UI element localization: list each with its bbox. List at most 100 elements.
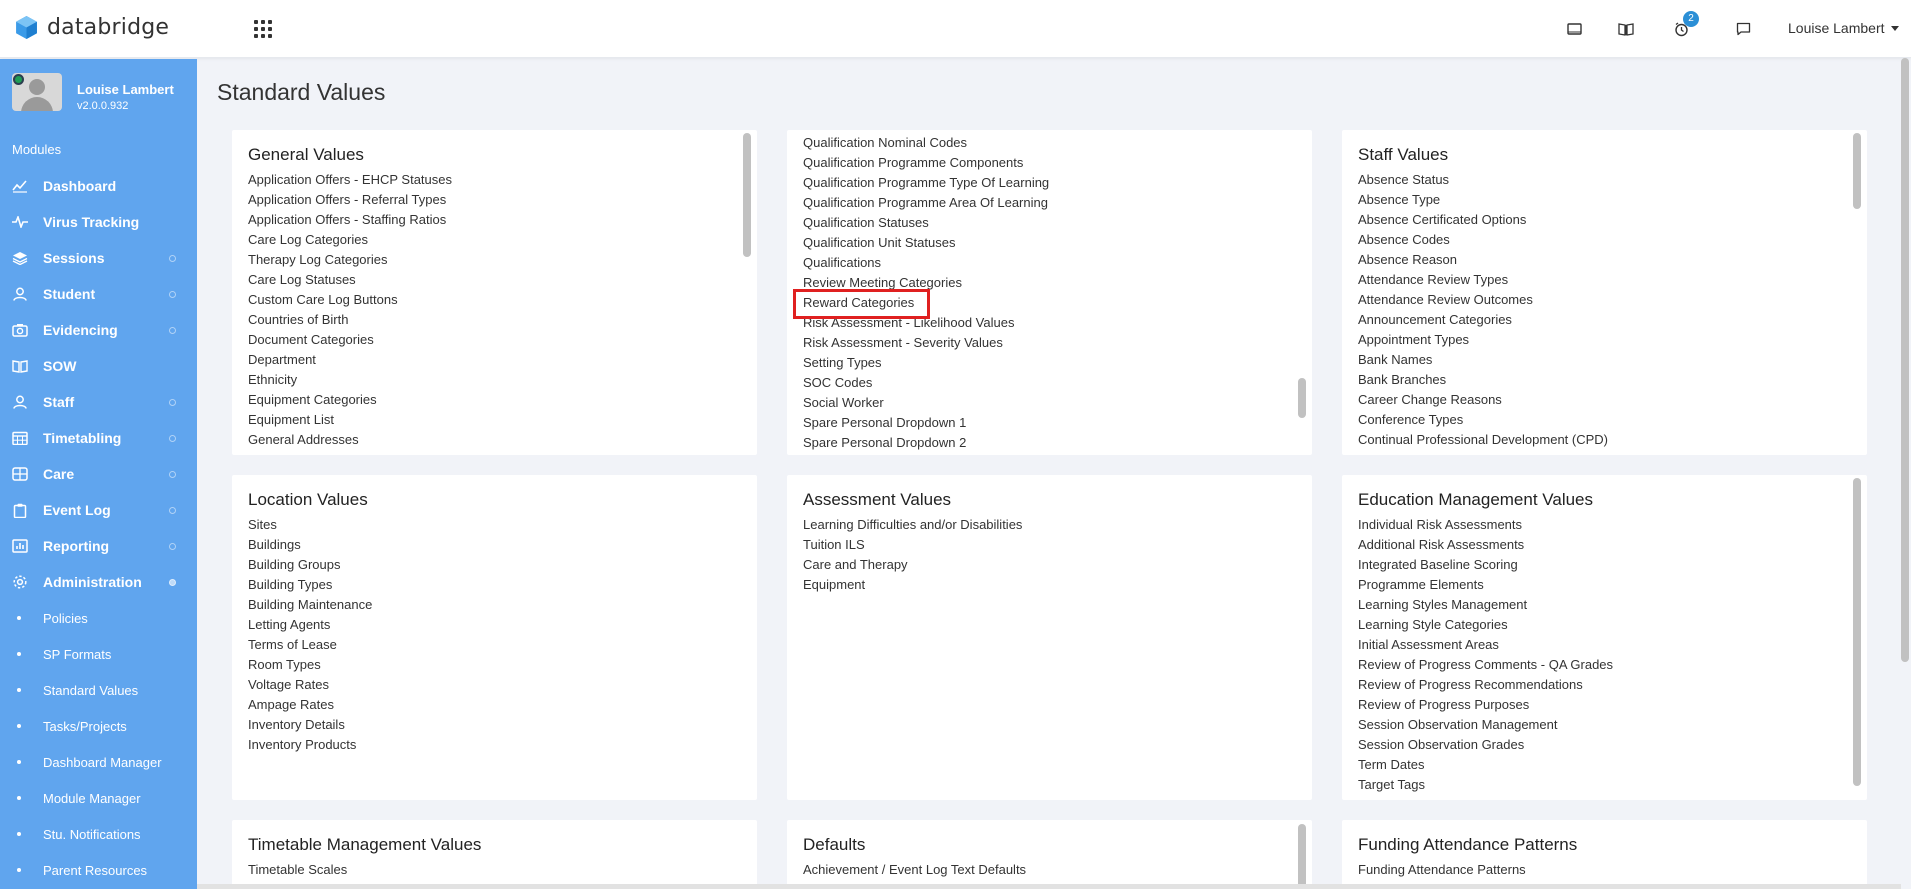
value-link[interactable]: Achievement / Event Log Text Defaults	[803, 860, 1026, 880]
value-link[interactable]: General Addresses	[248, 430, 452, 450]
value-link[interactable]: Qualifications	[803, 253, 1049, 273]
logo[interactable]: databridge	[14, 15, 169, 40]
value-link[interactable]: Announcement Categories	[1358, 310, 1608, 330]
value-link[interactable]: Qualification Programme Components	[803, 153, 1049, 173]
value-link[interactable]: Care and Therapy	[803, 555, 1022, 575]
value-link[interactable]: Application Offers - EHCP Statuses	[248, 170, 452, 190]
sidebar-item-reporting[interactable]: Reporting	[0, 528, 197, 564]
value-link[interactable]: Building Maintenance	[248, 595, 372, 615]
value-link[interactable]: Spare Personal Dropdown 2	[803, 433, 1049, 453]
sidebar-subitem-parent-resources[interactable]: Parent Resources	[0, 852, 197, 888]
open-book-icon[interactable]	[1614, 17, 1638, 41]
value-link[interactable]: Appointment Types	[1358, 330, 1608, 350]
value-link[interactable]: Equipment Categories	[248, 390, 452, 410]
value-link[interactable]: Review of Progress Comments - QA Grades	[1358, 655, 1613, 675]
value-link[interactable]: Term Dates	[1358, 755, 1613, 775]
sidebar-subitem-module-manager[interactable]: Module Manager	[0, 780, 197, 816]
value-link[interactable]: Qualification Programme Type Of Learning	[803, 173, 1049, 193]
value-link[interactable]: Funding Attendance Patterns	[1358, 860, 1526, 880]
value-link[interactable]: Equipment	[803, 575, 1022, 595]
sidebar-item-virus-tracking[interactable]: Virus Tracking	[0, 204, 197, 240]
value-link[interactable]: Programme Elements	[1358, 575, 1613, 595]
value-link[interactable]: Absence Codes	[1358, 230, 1608, 250]
sidebar-subitem-policies[interactable]: Policies	[0, 600, 197, 636]
sidebar-subitem-sp-formats[interactable]: SP Formats	[0, 636, 197, 672]
card-scrollbar[interactable]	[1853, 478, 1861, 786]
sidebar-subitem-tasks-projects[interactable]: Tasks/Projects	[0, 708, 197, 744]
value-link[interactable]: Continual Professional Development (CPD)	[1358, 430, 1608, 450]
sidebar-item-administration[interactable]: Administration	[0, 564, 197, 600]
value-link[interactable]: Timetable Scales	[248, 860, 347, 880]
horizontal-scrollbar[interactable]	[197, 884, 1901, 889]
value-link[interactable]: Qualification Unit Statuses	[803, 233, 1049, 253]
value-link[interactable]: Absence Certificated Options	[1358, 210, 1608, 230]
sidebar-item-timetabling[interactable]: Timetabling	[0, 420, 197, 456]
value-link[interactable]: Attendance Review Outcomes	[1358, 290, 1608, 310]
value-link[interactable]: Letting Agents	[248, 615, 372, 635]
value-link[interactable]: Ethnicity	[248, 370, 452, 390]
value-link[interactable]: Social Worker	[803, 393, 1049, 413]
value-link[interactable]: Buildings	[248, 535, 372, 555]
value-link[interactable]: Absence Status	[1358, 170, 1608, 190]
value-link[interactable]: Countries of Birth	[248, 310, 452, 330]
value-link[interactable]: Document Categories	[248, 330, 452, 350]
value-link[interactable]: Custom Care Log Buttons	[248, 290, 452, 310]
value-link[interactable]: Learning Styles Management	[1358, 595, 1613, 615]
value-link[interactable]: Session Observation Management	[1358, 715, 1613, 735]
value-link[interactable]: Absence Type	[1358, 190, 1608, 210]
sidebar-subitem-standard-values[interactable]: Standard Values	[0, 672, 197, 708]
value-link[interactable]: Initial Assessment Areas	[1358, 635, 1613, 655]
value-link[interactable]: Attendance Review Types	[1358, 270, 1608, 290]
value-link[interactable]: Tuition ILS	[803, 535, 1022, 555]
sidebar-item-evidencing[interactable]: Evidencing	[0, 312, 197, 348]
value-link[interactable]: Review of Progress Recommendations	[1358, 675, 1613, 695]
card-scrollbar[interactable]	[1298, 378, 1306, 418]
value-link[interactable]: Room Types	[248, 655, 372, 675]
sidebar-item-event-log[interactable]: Event Log	[0, 492, 197, 528]
tablet-icon[interactable]	[1562, 17, 1586, 41]
alarm-clock-icon[interactable]: 2	[1669, 11, 1699, 41]
value-link[interactable]: Integrated Baseline Scoring	[1358, 555, 1613, 575]
value-link[interactable]: Additional Risk Assessments	[1358, 535, 1613, 555]
value-link[interactable]: Care Log Categories	[248, 230, 452, 250]
value-link[interactable]: Therapy Log Categories	[248, 250, 452, 270]
value-link[interactable]: SOC Codes	[803, 373, 1049, 393]
value-link[interactable]: Application Offers - Staffing Ratios	[248, 210, 452, 230]
value-link[interactable]: Inventory Products	[248, 735, 372, 755]
value-link[interactable]: Sites	[248, 515, 372, 535]
sidebar-item-sessions[interactable]: Sessions	[0, 240, 197, 276]
value-link[interactable]: Building Groups	[248, 555, 372, 575]
value-link[interactable]: Bank Names	[1358, 350, 1608, 370]
chat-icon[interactable]	[1731, 17, 1755, 41]
value-link[interactable]: Learning Difficulties and/or Disabilitie…	[803, 515, 1022, 535]
sidebar-item-sow[interactable]: SOW	[0, 348, 197, 384]
value-link[interactable]: Qualification Statuses	[803, 213, 1049, 233]
card-scrollbar[interactable]	[1853, 133, 1861, 209]
sidebar-subitem-dashboard-manager[interactable]: Dashboard Manager	[0, 744, 197, 780]
value-link[interactable]: Session Observation Grades	[1358, 735, 1613, 755]
value-link[interactable]: Target Tags	[1358, 775, 1613, 795]
apps-grid-icon[interactable]	[254, 20, 272, 38]
value-link[interactable]: Career Change Reasons	[1358, 390, 1608, 410]
value-link[interactable]: Voltage Rates	[248, 675, 372, 695]
value-link[interactable]: Application Offers - Referral Types	[248, 190, 452, 210]
value-link[interactable]: Ampage Rates	[248, 695, 372, 715]
value-link[interactable]: Bank Branches	[1358, 370, 1608, 390]
value-link[interactable]: Qualification Programme Area Of Learning	[803, 193, 1049, 213]
value-link[interactable]: Review of Progress Purposes	[1358, 695, 1613, 715]
value-link[interactable]: Spare Personal Dropdown 1	[803, 413, 1049, 433]
value-link[interactable]: Inventory Details	[248, 715, 372, 735]
value-link[interactable]: Qualification Nominal Codes	[803, 133, 1049, 153]
value-link[interactable]: Equipment List	[248, 410, 452, 430]
value-link[interactable]: Department	[248, 350, 452, 370]
sidebar-item-staff[interactable]: Staff	[0, 384, 197, 420]
value-link[interactable]: Terms of Lease	[248, 635, 372, 655]
value-link[interactable]: Absence Reason	[1358, 250, 1608, 270]
value-link[interactable]: Care Log Statuses	[248, 270, 452, 290]
value-link[interactable]: Building Types	[248, 575, 372, 595]
value-link[interactable]: Conference Types	[1358, 410, 1608, 430]
value-link[interactable]: Setting Types	[803, 353, 1049, 373]
sidebar-item-care[interactable]: Care	[0, 456, 197, 492]
sidebar-item-student[interactable]: Student	[0, 276, 197, 312]
sidebar-item-dashboard[interactable]: Dashboard	[0, 168, 197, 204]
